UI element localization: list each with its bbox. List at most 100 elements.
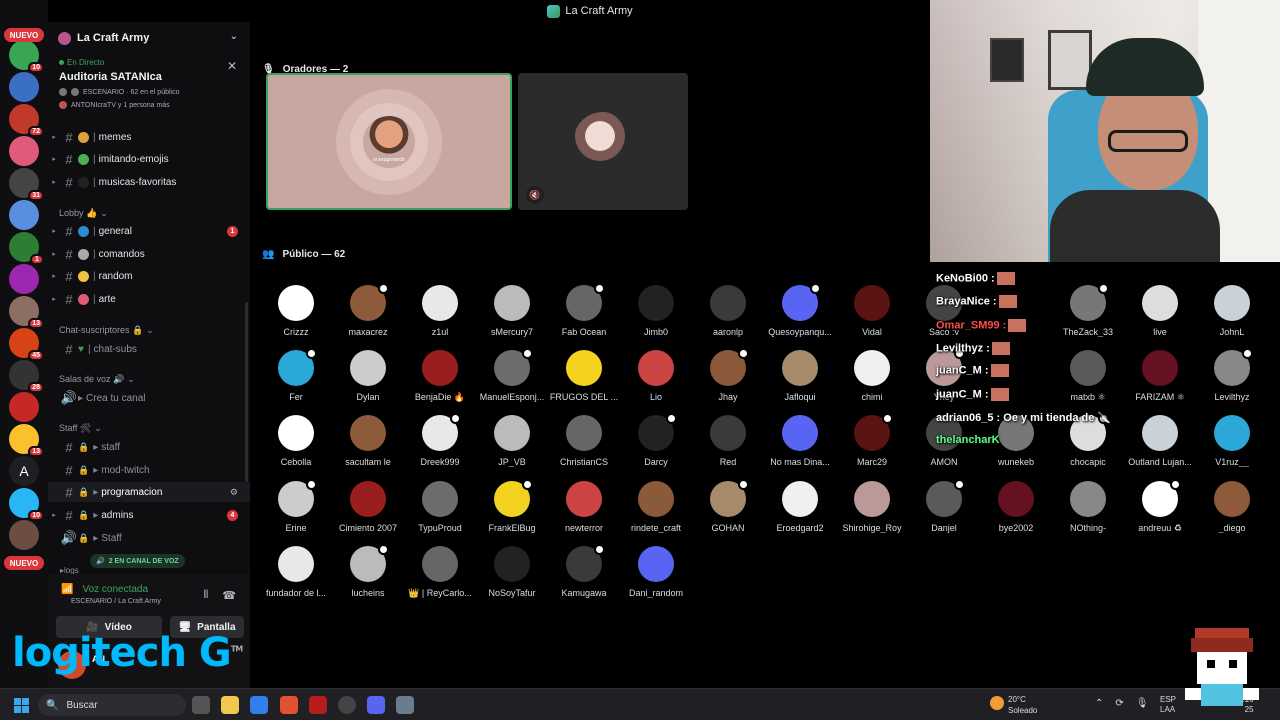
audience-member[interactable]: NOthing-	[1052, 481, 1124, 543]
server-icon[interactable]: 13	[9, 296, 44, 329]
app-icon[interactable]	[309, 696, 327, 714]
discord-icon[interactable]	[367, 696, 385, 714]
channel-arte[interactable]: ▸ # | arte	[48, 289, 250, 309]
category-staff[interactable]: Staff 🛠 ⌄	[59, 423, 102, 434]
category-salas-de-voz[interactable]: Salas de voz 🔊 ⌄	[59, 374, 135, 385]
channel-staff[interactable]: # 🔒 ▸ staff	[48, 437, 250, 457]
audience-member[interactable]: FRUGOS DEL ...	[548, 350, 620, 412]
file-explorer-icon[interactable]	[221, 696, 239, 714]
category-lobby[interactable]: Lobby 👍 ⌄	[59, 208, 108, 219]
server-icon[interactable]: 28	[9, 360, 44, 393]
audience-member[interactable]: Lio	[620, 350, 692, 412]
channel-mod-twitch[interactable]: # 🔒 ▸ mod-twitch	[48, 460, 250, 480]
audience-member[interactable]: Marc29	[836, 413, 908, 477]
channel-chat-subs[interactable]: # ♥ | chat-subs	[48, 339, 250, 359]
weather-widget[interactable]: 20°C Soleado	[990, 694, 1037, 716]
server-icon[interactable]: A	[9, 456, 39, 486]
audience-member[interactable]: bye2002	[980, 481, 1052, 543]
audience-member[interactable]: newterror	[548, 481, 620, 543]
server-icon[interactable]: 10	[9, 488, 44, 521]
channel-crea-tu-canal[interactable]: 🔊 ▸ Crea tu canal	[48, 388, 250, 408]
live-stage-card[interactable]: En Directo Auditoria SATANIca ESCENARIO …	[48, 56, 250, 122]
audience-member[interactable]: Jimb0	[620, 285, 692, 347]
audience-member[interactable]: Cebolla	[260, 415, 332, 477]
audience-member[interactable]: GOHAN	[692, 479, 764, 543]
audience-member[interactable]: Fer	[260, 348, 332, 412]
server-icon[interactable]	[9, 264, 39, 294]
server-header[interactable]: La Craft Army ⌄	[48, 22, 250, 54]
audience-member[interactable]: BenjaDie 🔥	[404, 350, 476, 412]
audience-member[interactable]: andreuu ♻	[1124, 479, 1196, 543]
audience-member[interactable]: Vidal	[836, 285, 908, 347]
category-chat-suscriptores[interactable]: Chat-suscriptores 🔒 ⌄	[59, 325, 154, 336]
server-icon[interactable]: 45	[9, 328, 44, 361]
audience-member[interactable]: Fab Ocean	[548, 283, 620, 347]
app-icon[interactable]	[338, 696, 356, 714]
channel-admins[interactable]: ▸ # 🔒 ▸ admins 4	[48, 505, 250, 525]
audience-member[interactable]: V1ruz__	[1196, 415, 1268, 477]
audience-member[interactable]: rindete_craft	[620, 481, 692, 543]
channel-musicas-favoritas[interactable]: ▸ # | musicas-favoritas	[48, 172, 250, 192]
audience-member[interactable]: Crizzz	[260, 285, 332, 347]
audience-member[interactable]: sacultam le	[332, 415, 404, 477]
audience-member[interactable]: TypuProud	[404, 481, 476, 543]
settings-app-icon[interactable]	[396, 696, 414, 714]
audience-member[interactable]: Cimiento 2007	[332, 481, 404, 543]
audience-member[interactable]: Jafloqui	[764, 350, 836, 412]
audience-member[interactable]: _diego	[1196, 481, 1268, 543]
audience-member[interactable]: lucheins	[332, 544, 404, 608]
server-icon[interactable]: 13	[9, 424, 44, 457]
audience-member[interactable]: Erine	[260, 479, 332, 543]
task-view-icon[interactable]	[192, 696, 210, 714]
speaker-tile[interactable]: 🔇	[518, 73, 688, 210]
disconnect-icon[interactable]: ☎	[222, 589, 236, 602]
audience-member[interactable]: Jhay	[692, 348, 764, 412]
audience-member[interactable]: ManuelEsponj...	[476, 348, 548, 412]
audience-member[interactable]: maxacrez	[332, 283, 404, 347]
audience-member[interactable]: Levilthyz	[1196, 348, 1268, 412]
soundwave-icon[interactable]: ⦀	[203, 589, 208, 602]
channel-memes[interactable]: ▸ # | memes	[48, 127, 250, 147]
taskbar-search[interactable]: 🔍 Buscar	[38, 694, 186, 716]
channel-imitando-emojis[interactable]: ▸ # | imitando-emojis	[48, 149, 250, 169]
audience-member[interactable]: sMercury7	[476, 285, 548, 347]
audience-member[interactable]: Dylan	[332, 350, 404, 412]
server-icon[interactable]: 1	[9, 232, 44, 265]
chevron-down-icon[interactable]: ⌄	[230, 31, 238, 42]
audience-member[interactable]: Kamugawa	[548, 544, 620, 608]
audience-member[interactable]: JohnL	[1196, 285, 1268, 347]
server-icon[interactable]	[9, 72, 39, 102]
server-icon[interactable]	[9, 392, 39, 422]
windows-start-icon[interactable]	[14, 698, 29, 713]
audience-member[interactable]: Dani_random	[620, 546, 692, 608]
server-icon[interactable]: 72	[9, 104, 44, 137]
audience-member[interactable]: Eroedgard2	[764, 481, 836, 543]
audience-member[interactable]: Danjel	[908, 479, 980, 543]
audience-member[interactable]: 👑 | ReyCarlo...	[404, 546, 476, 608]
audience-member[interactable]: FrankElBug	[476, 479, 548, 543]
audience-member[interactable]: ChristianCS	[548, 415, 620, 477]
server-icon[interactable]: 31	[9, 168, 44, 201]
language-indicator[interactable]: ESP LAA	[1160, 695, 1176, 715]
audience-member[interactable]: Shirohige_Roy	[836, 481, 908, 543]
sidebar-scrollbar[interactable]	[245, 302, 248, 482]
speaker-tile[interactable]: ni exagerando	[266, 73, 512, 210]
audience-member[interactable]: Quesoypanqu...	[764, 283, 836, 347]
audience-member[interactable]: No mas Dina...	[764, 415, 836, 477]
audience-member[interactable]: Darcy	[620, 413, 692, 477]
system-tray[interactable]: ⌃ ⟳ 🎙	[1095, 698, 1148, 709]
settings-icon[interactable]: ⚙	[230, 487, 238, 498]
audience-member[interactable]: z1ul	[404, 285, 476, 347]
brave-icon[interactable]	[280, 696, 298, 714]
channel-comandos[interactable]: ▸ # | comandos	[48, 244, 250, 264]
channel-general[interactable]: ▸ # | general 1	[48, 221, 250, 241]
server-icon[interactable]	[9, 520, 39, 550]
server-icon[interactable]: 10	[9, 40, 44, 73]
channel-staff-voice[interactable]: 🔊 🔒 ▸ Staff	[48, 528, 250, 548]
server-icon[interactable]	[9, 200, 39, 230]
audience-member[interactable]: chimi	[836, 350, 908, 412]
audience-member[interactable]: aaronlp	[692, 285, 764, 347]
audience-member[interactable]: Dreek999	[404, 413, 476, 477]
audience-member[interactable]: NoSoyTafur	[476, 546, 548, 608]
server-icon[interactable]	[9, 136, 39, 166]
